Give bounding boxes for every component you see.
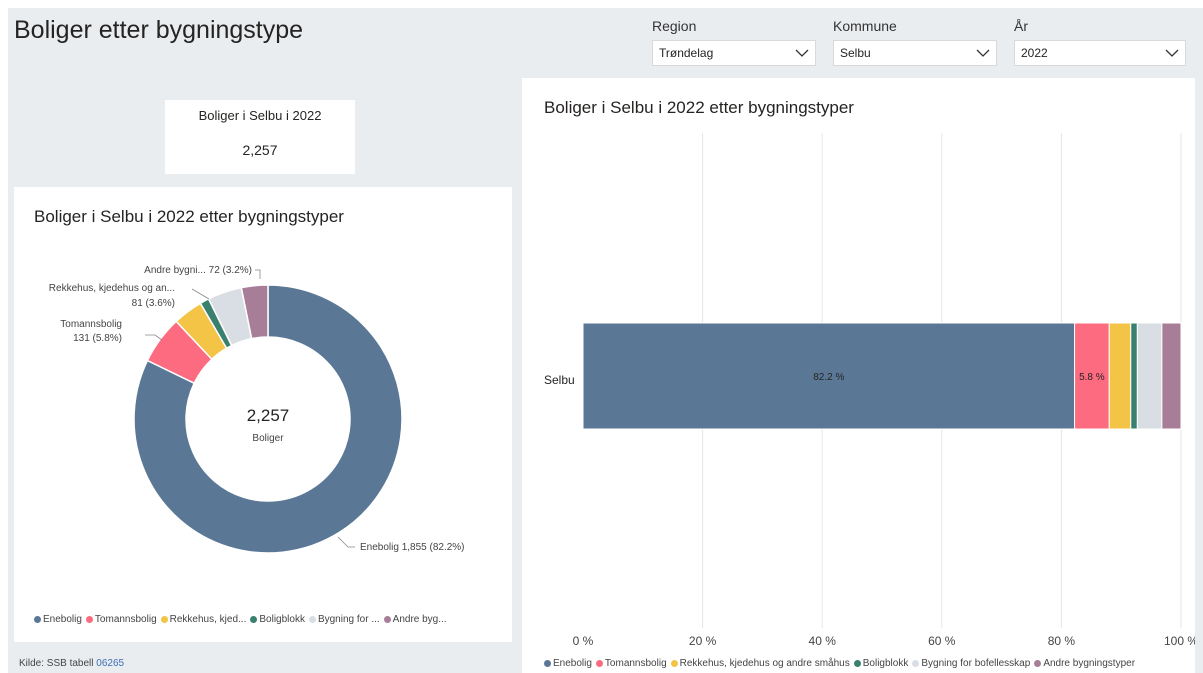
slicer-kommune-value: Selbu	[840, 46, 871, 60]
donut-legend-item[interactable]: Andre byg...	[383, 614, 447, 625]
x-tick-label: 0 %	[573, 634, 594, 648]
bar-legend-item[interactable]: Andre bygningstyper	[1034, 658, 1135, 669]
legend-label: Boligblokk	[259, 614, 305, 625]
donut-label-tomannsbolig-value: 131 (5.8%)	[73, 333, 122, 344]
x-tick-label: 100 %	[1164, 634, 1195, 648]
legend-marker	[853, 660, 861, 667]
chevron-down-icon	[1165, 49, 1179, 57]
legend-marker	[383, 616, 391, 623]
legend-marker	[670, 660, 678, 667]
leader-line	[191, 288, 210, 300]
bar-legend-item[interactable]: Boligblokk	[853, 658, 909, 669]
legend-label: Rekkehus, kjedehus og andre småhus	[679, 658, 850, 669]
bar-segment-boligblokk[interactable]	[1130, 322, 1138, 430]
page-title: Boliger etter bygningstype	[14, 16, 304, 44]
donut-label-rekkehus: Rekkehus, kjedehus og an...	[49, 283, 175, 294]
slicer-year: År 2022	[1014, 16, 1186, 66]
x-tick-label: 40 %	[809, 634, 837, 648]
bar-data-label: 5.8 %	[1079, 372, 1105, 383]
bar-segment-andre[interactable]	[1161, 322, 1182, 430]
legend-marker	[250, 616, 258, 623]
legend-marker	[1034, 660, 1042, 667]
bar-chart: 82.2 % 5.8 % Selbu 0 % 20 % 40 % 60 % 80 % 100…	[544, 133, 1195, 648]
legend-label: Enebolig	[553, 658, 592, 669]
kpi-card-value: 2,257	[242, 142, 278, 158]
slicer-region: Region Trøndelag	[652, 16, 816, 66]
slicer-kommune-dropdown[interactable]: Selbu	[833, 40, 997, 66]
legend-marker	[912, 660, 920, 667]
slicer-kommune: Kommune Selbu	[833, 16, 997, 66]
legend-label: Boligblokk	[862, 658, 909, 669]
slicer-region-dropdown[interactable]: Trøndelag	[652, 40, 816, 66]
donut-center-value: 2,257	[247, 406, 290, 425]
donut-legend-item[interactable]: Bygning for ...	[308, 614, 380, 625]
chevron-down-icon	[976, 49, 990, 57]
kpi-card: Boliger i Selbu i 2022 2,257	[165, 100, 355, 174]
legend-marker	[308, 616, 316, 623]
leader-line	[337, 536, 355, 548]
bar-category-label: Selbu	[544, 373, 575, 387]
legend-marker	[85, 616, 93, 623]
legend-label: Andre byg...	[392, 614, 447, 625]
x-tick-label: 80 %	[1048, 634, 1076, 648]
legend-label: Bygning for ...	[317, 614, 380, 625]
legend-marker	[595, 660, 603, 667]
legend-marker	[34, 616, 41, 623]
bar-legend-item[interactable]: Rekkehus, kjedehus og andre småhus	[670, 658, 850, 669]
bar-legend-item[interactable]: Tomannsbolig	[595, 658, 667, 669]
legend-label: Tomannsbolig	[94, 614, 157, 625]
legend-label: Rekkehus, kjed...	[169, 614, 247, 625]
legend-label: Andre bygningstyper	[1043, 658, 1136, 669]
bar-legend-item[interactable]: Enebolig	[544, 658, 592, 669]
source-note: Kilde: SSB tabell 06265	[19, 658, 124, 669]
kpi-card-title: Boliger i Selbu i 2022	[198, 108, 322, 123]
slicer-year-value: 2022	[1021, 46, 1048, 60]
x-tick-label: 60 %	[928, 634, 956, 648]
leader-line	[255, 269, 261, 279]
bar-legend: Enebolig Tomannsbolig Rekkehus, kjedehus o…	[544, 658, 1139, 669]
donut-legend-item[interactable]: Boligblokk	[250, 614, 305, 625]
legend-label: Enebolig	[43, 614, 82, 625]
bar-legend-item[interactable]: Bygning for bofellesskap	[912, 658, 1030, 669]
slicer-region-value: Trøndelag	[659, 46, 714, 60]
slicer-region-label: Region	[652, 18, 697, 34]
bar-segment-bygning[interactable]	[1136, 322, 1163, 430]
donut-chart: 2,257 Boliger Andre bygni... 72 (3.2%) R…	[49, 265, 465, 554]
slicer-year-label: År	[1014, 18, 1028, 34]
bar-chart-panel: Boliger i Selbu i 2022 etter bygningstyp…	[522, 78, 1195, 673]
donut-center-label: Boliger	[252, 433, 284, 444]
donut-label-andre: Andre bygni... 72 (3.2%)	[144, 265, 252, 276]
chevron-down-icon	[795, 49, 809, 57]
legend-label: Bygning for bofellesskap	[921, 658, 1031, 669]
slicer-kommune-label: Kommune	[833, 18, 897, 34]
donut-legend: Enebolig Tomannsbolig Rekkehus, kjed... Bol…	[34, 614, 451, 625]
legend-marker	[160, 616, 168, 623]
donut-label-enebolig: Enebolig 1,855 (82.2%)	[360, 542, 465, 553]
legend-marker	[544, 660, 551, 667]
donut-chart-panel: Boliger i Selbu i 2022 etter bygningstyp…	[14, 187, 512, 642]
source-prefix: Kilde: SSB tabell	[19, 658, 94, 669]
donut-legend-item[interactable]: Enebolig	[34, 614, 82, 625]
donut-legend-item[interactable]: Tomannsbolig	[85, 614, 157, 625]
source-link[interactable]: 06265	[96, 658, 124, 669]
slicer-year-dropdown[interactable]: 2022	[1014, 40, 1186, 66]
donut-legend-item[interactable]: Rekkehus, kjed...	[160, 614, 247, 625]
x-tick-label: 20 %	[689, 634, 717, 648]
bar-segment-rekkehus[interactable]	[1108, 322, 1132, 430]
donut-label-tomannsbolig: Tomannsbolig	[60, 319, 122, 330]
donut-label-rekkehus-value: 81 (3.6%)	[132, 298, 175, 309]
legend-label: Tomannsbolig	[604, 658, 667, 669]
bar-data-label: 82.2 %	[813, 372, 844, 383]
